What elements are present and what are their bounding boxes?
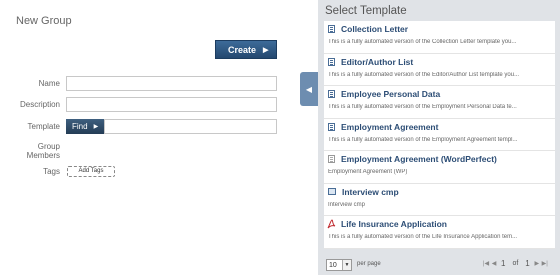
template-item[interactable]: Employment Agreement This is a fully aut…	[324, 118, 555, 151]
next-page-icon[interactable]: ▶	[533, 260, 541, 267]
template-description: This is a fully automated version of the…	[328, 39, 517, 45]
template-description: This is a fully automated version of the…	[328, 136, 518, 143]
of-label: of	[512, 260, 519, 267]
wordperfect-document-icon	[328, 155, 335, 163]
select-template-panel: Select Template Collection Letter This i…	[318, 0, 560, 275]
template-description: Employment Agreement (WP)	[328, 169, 408, 175]
document-icon	[328, 122, 335, 131]
total-pages: 1	[525, 259, 530, 268]
document-icon	[328, 90, 335, 98]
per-page-select[interactable]: 10 ▼	[326, 259, 352, 271]
collapse-panel-button[interactable]: ◀	[300, 72, 318, 106]
template-description: This is a fully automated version of the…	[328, 234, 518, 240]
description-label: Description	[19, 100, 60, 109]
chevron-down-icon: ▼	[342, 260, 351, 270]
template-name: Employment Agreement (WordPerfect)	[341, 154, 497, 164]
new-group-form: New Group Create ▶ Name Description Temp…	[0, 0, 300, 275]
tags-label: Tags	[43, 167, 60, 176]
description-input[interactable]	[66, 97, 277, 112]
play-arrow-icon: ▶	[263, 46, 269, 54]
document-icon	[328, 25, 335, 33]
template-item[interactable]: Editor/Author List This is a fully autom…	[324, 53, 555, 86]
document-icon	[328, 57, 335, 66]
template-name: Interview cmp	[342, 186, 399, 197]
per-page-value: 10	[329, 261, 337, 269]
template-item[interactable]: Interview cmp Interview cmp	[324, 183, 555, 216]
template-description: This is a fully automated version of the…	[328, 104, 517, 110]
form-icon	[328, 188, 336, 195]
template-name: Collection Letter	[341, 24, 409, 34]
template-field[interactable]	[104, 119, 277, 134]
group-members-label-line1: Group	[37, 142, 60, 151]
per-page-label: per page	[357, 261, 381, 267]
template-item[interactable]: Collection Letter This is a fully automa…	[324, 21, 555, 54]
play-arrow-icon: ▶	[93, 124, 99, 130]
template-label: Template	[27, 122, 60, 131]
pdf-icon	[327, 219, 336, 229]
pagination-footer: 10 ▼ per page |◀ ◀ 1 of 1 ▶ ▶|	[318, 256, 560, 275]
last-page-icon[interactable]: ▶|	[541, 260, 549, 267]
template-item[interactable]: Life Insurance Application This is a ful…	[324, 216, 555, 249]
name-input[interactable]	[66, 76, 277, 91]
template-name: Employee Personal Data	[341, 89, 441, 99]
find-button[interactable]: Find ▶	[66, 119, 104, 134]
template-name: Editor/Author List	[341, 56, 414, 67]
create-button-label: Create	[228, 44, 257, 55]
find-button-label: Find	[72, 122, 88, 131]
current-page[interactable]: 1	[501, 259, 505, 268]
template-description: This is a fully automated version of the…	[328, 71, 520, 78]
template-item[interactable]: Employment Agreement (WordPerfect) Emplo…	[324, 151, 555, 184]
name-label: Name	[38, 79, 60, 88]
template-description: Interview cmp	[328, 201, 366, 208]
create-button[interactable]: Create ▶	[215, 40, 277, 59]
first-page-icon[interactable]: |◀	[482, 260, 490, 267]
group-members-label-line2: Members	[26, 151, 60, 160]
panel-title: Select Template	[325, 5, 407, 17]
arrow-left-icon: ◀	[305, 84, 313, 94]
template-name: Employment Agreement	[341, 121, 439, 132]
template-name: Life Insurance Application	[341, 219, 447, 229]
template-item[interactable]: Employee Personal Data This is a fully a…	[324, 86, 555, 119]
prev-page-icon[interactable]: ◀	[490, 260, 498, 267]
add-tags-button[interactable]: Add Tags	[67, 166, 115, 177]
page-title: New Group	[16, 15, 72, 27]
pager: |◀ ◀ 1 of 1 ▶ ▶|	[482, 259, 549, 268]
template-list: Collection Letter This is a fully automa…	[324, 21, 555, 249]
